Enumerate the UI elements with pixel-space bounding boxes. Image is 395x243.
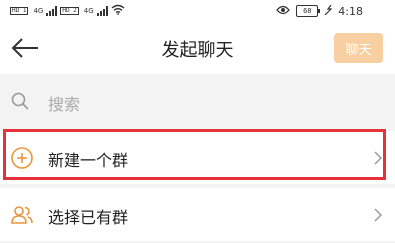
list-item-new-group[interactable]: 新建一个群 (0, 131, 395, 184)
chat-button[interactable]: 聊天 (334, 33, 383, 63)
status-bar: HD 1 4G HD 2 4G 68 4:18 (0, 0, 395, 22)
search-icon (11, 92, 29, 110)
chevron-right-icon (374, 208, 383, 222)
status-left: HD 1 4G HD 2 4G (10, 3, 125, 19)
battery-icon: 68 (296, 5, 321, 17)
signal-icon-1 (46, 6, 58, 16)
clock-time: 4:18 (338, 4, 363, 18)
hd-label-2: HD 2 (60, 7, 79, 15)
group-people-icon (11, 206, 33, 224)
search-placeholder: 搜索 (48, 95, 81, 114)
eye-icon (276, 4, 291, 18)
search-bar[interactable]: 搜索 (0, 76, 395, 126)
signal-icon-2 (96, 6, 108, 16)
network-label-2: 4G (83, 7, 94, 15)
hd-label-1: HD 1 (10, 7, 29, 15)
charging-icon (324, 4, 333, 18)
plus-circle-icon (11, 147, 33, 169)
header: 发起聊天 聊天 (0, 22, 395, 74)
list-item-existing-group[interactable]: 选择已有群 (0, 188, 395, 241)
hd-indicator-2: HD 2 (60, 7, 79, 15)
wifi-icon (111, 4, 125, 18)
chevron-right-icon (374, 151, 383, 165)
hd-indicator-1: HD 1 (10, 7, 29, 15)
list-item-label: 新建一个群 (48, 151, 129, 170)
status-right: 68 4:18 (276, 3, 363, 19)
list-item-label: 选择已有群 (48, 208, 129, 227)
network-label-1: 4G (33, 7, 44, 15)
